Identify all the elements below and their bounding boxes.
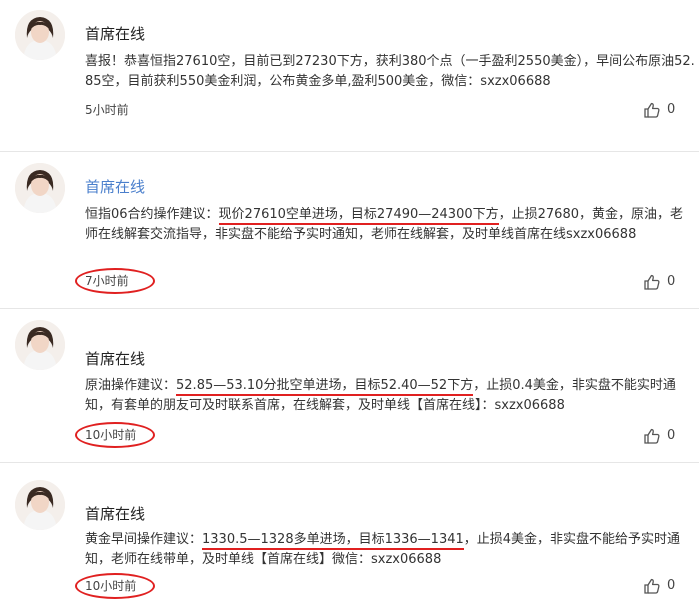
like-button[interactable]: 0 [643,576,683,596]
like-button[interactable]: 0 [643,100,683,120]
post-text: 喜报！恭喜恒指27610空，目前已到27230下方，获利380个点（一手盈利25… [85,52,695,92]
post-feed: 首席在线 喜报！恭喜恒指27610空，目前已到27230下方，获利380个点（一… [0,0,699,601]
post-text: 原油操作建议：52.85—53.10分批空单进场，目标52.40—52下方，止损… [85,376,695,416]
like-count: 0 [667,428,676,443]
highlighted-text: 现价27610空单进场，目标27490—24300下方 [218,207,499,225]
avatar[interactable] [15,10,65,60]
avatar-portrait-icon [15,163,65,213]
like-button[interactable]: 0 [643,426,683,446]
divider [0,308,699,309]
highlighted-text: 1330.5—1328多单进场，目标1336—1341 [202,532,464,550]
thumbs-up-icon [644,274,660,290]
avatar[interactable] [15,480,65,530]
time-highlight-circle [75,422,155,448]
post-text-part: 原油操作建议： [85,378,177,393]
time-highlight-circle [75,268,155,294]
post-text: 恒指06合约操作建议：现价27610空单进场，目标27490—24300下方，止… [85,205,695,245]
author-name[interactable]: 首席在线 [85,177,145,197]
author-name[interactable]: 首席在线 [85,24,145,44]
post-text-part: 恒指06合约操作建议： [85,207,219,222]
author-name[interactable]: 首席在线 [85,349,145,369]
highlighted-text: 52.85—53.10分批空单进场，目标52.40—52下方 [176,378,474,396]
like-button[interactable]: 0 [643,272,683,292]
post-text-part: 黄金早间操作建议： [85,532,203,547]
post-time: 5小时前 [85,103,129,117]
divider [0,151,699,152]
time-highlight-circle [75,573,155,599]
like-count: 0 [667,578,676,593]
avatar-portrait-icon [15,480,65,530]
avatar[interactable] [15,163,65,213]
author-name[interactable]: 首席在线 [85,504,145,524]
post-text-part: 喜报！恭喜恒指27610空，目前已到27230下方，获利380个点（一手盈利25… [85,54,695,89]
divider [0,462,699,463]
avatar-portrait-icon [15,10,65,60]
avatar[interactable] [15,320,65,370]
thumbs-up-icon [644,428,660,444]
post-text: 黄金早间操作建议：1330.5—1328多单进场，目标1336—1341，止损4… [85,530,695,570]
avatar-portrait-icon [15,320,65,370]
thumbs-up-icon [644,102,660,118]
thumbs-up-icon [644,578,660,594]
like-count: 0 [667,274,676,289]
like-count: 0 [667,102,676,117]
